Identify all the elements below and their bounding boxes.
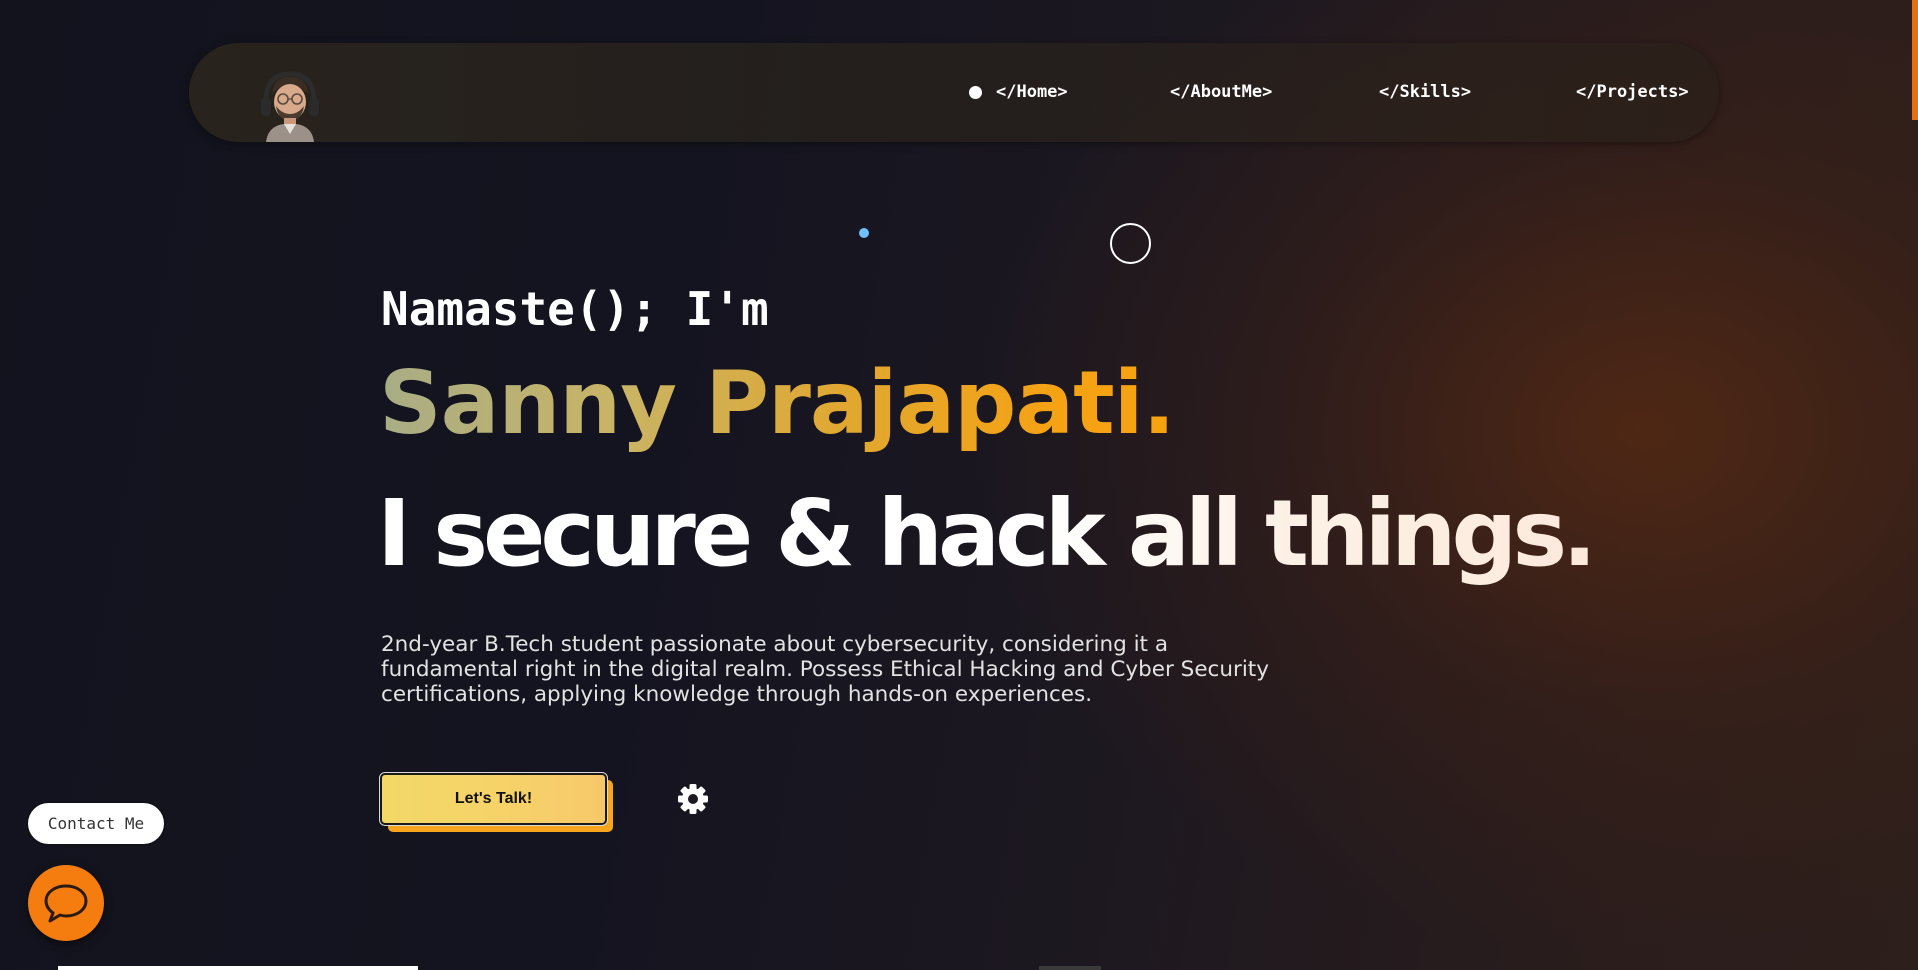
hero-tagline: I secure & hack all things.: [377, 480, 1597, 587]
nav-item-projects[interactable]: </Projects>: [1576, 82, 1689, 102]
hero-bio: 2nd-year B.Tech student passionate about…: [381, 632, 1281, 707]
bio-line: 2nd-year B.Tech student passionate about…: [381, 632, 1168, 657]
bottom-divider: [1039, 966, 1101, 970]
bio-line: certifications, applying knowledge throu…: [381, 682, 1093, 707]
bio-line: fundamental right in the digital realm. …: [381, 657, 1269, 682]
cursor-ring: [1110, 223, 1151, 264]
hero-greeting: Namaste(); I'm: [381, 282, 769, 336]
settings-button[interactable]: [676, 782, 710, 816]
avatar-icon: [261, 71, 319, 142]
nav-item-home[interactable]: </Home>: [996, 82, 1068, 102]
nav-item-aboutme[interactable]: </AboutMe>: [1170, 82, 1272, 102]
avatar[interactable]: [258, 68, 322, 142]
chat-button[interactable]: [28, 865, 104, 941]
cursor-dot: [859, 228, 869, 238]
nav-item-skills[interactable]: </Skills>: [1379, 82, 1471, 102]
hero-name: Sanny Prajapati.: [379, 352, 1176, 454]
nav-links: </Home> </AboutMe> </Skills> </Projects>: [0, 82, 1918, 104]
bottom-progress-bar: [58, 966, 418, 970]
gear-icon: [678, 784, 708, 814]
chat-bubble-icon: [44, 884, 88, 923]
contact-me-button[interactable]: Contact Me: [28, 803, 164, 844]
lets-talk-button[interactable]: Let's Talk!: [379, 772, 608, 826]
